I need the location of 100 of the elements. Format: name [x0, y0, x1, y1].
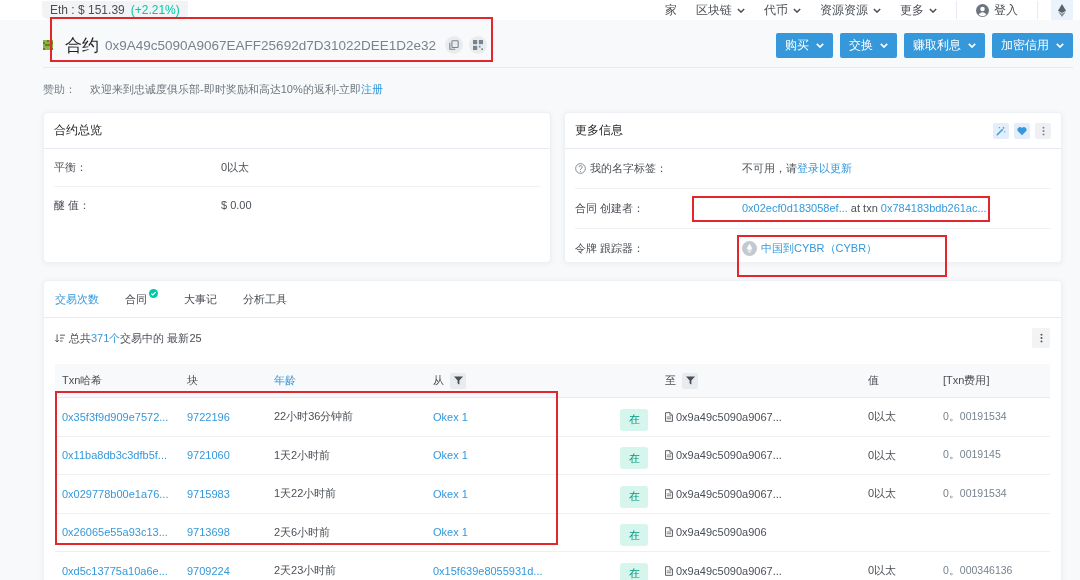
dropdown-button[interactable]: 购买	[776, 32, 833, 58]
count-link[interactable]: 371个	[91, 331, 121, 344]
field-label: 醚 值：	[54, 198, 92, 213]
filter-button[interactable]	[450, 372, 466, 389]
block-link[interactable]: 9721060	[187, 449, 230, 462]
tab[interactable]: 合同	[125, 291, 158, 307]
field-label: 平衡：	[54, 160, 88, 175]
heart-button[interactable]	[1014, 122, 1030, 139]
address-text: 0x9a49c5090a9067...	[676, 449, 782, 462]
txn-hash-link[interactable]: 0x784183bdb261ac...	[880, 202, 987, 214]
token-link[interactable]: 中国到CYBR（CYBR）	[761, 240, 878, 257]
creator-info: 0x02ecf0d183058ef... at txn 0x784183bdb261ac...	[742, 201, 987, 216]
more-button[interactable]	[1035, 122, 1051, 139]
field-value: $ 0.00	[221, 198, 253, 213]
nav-link[interactable]: 资源资源	[820, 1, 881, 19]
direction-badge: 在	[620, 408, 648, 431]
txn-hash-link[interactable]: 0x35f3f9d909e7572...	[62, 410, 169, 423]
creator-address-link[interactable]: 0x02ecf0d183058ef...	[742, 202, 848, 214]
more-vertical-icon	[1039, 333, 1043, 343]
card-title: 合约总览	[54, 123, 102, 138]
filter-button[interactable]	[682, 372, 698, 389]
address-link[interactable]: 0x15f639e8055931d...	[433, 564, 543, 577]
age-text: 2天23小时前	[274, 563, 337, 579]
price-change: (+2.21%)	[130, 3, 180, 17]
direction-badge: 在	[620, 524, 648, 547]
address-text: 0x9a49c5090a9067...	[676, 487, 782, 500]
nav-link[interactable]: 家	[665, 1, 677, 19]
card-title: 更多信息	[575, 123, 623, 138]
tab[interactable]: 交易次数	[55, 291, 99, 307]
copy-icon	[449, 40, 459, 50]
column-header: [Txn费用]	[943, 373, 990, 388]
age-text: 22小时36分钟前	[274, 409, 354, 425]
user-icon	[976, 3, 989, 17]
column-header: 至	[665, 373, 676, 388]
column-header: 从	[433, 373, 444, 388]
tab[interactable]: 分析工具	[243, 291, 287, 307]
address-link[interactable]: Okex 1	[433, 526, 468, 539]
help-icon	[575, 163, 586, 174]
login-link[interactable]: 登入	[976, 1, 1018, 19]
field-label: 合同 创建者：	[575, 201, 645, 216]
identicon-icon	[43, 40, 53, 50]
chevron-down-icon	[816, 42, 824, 48]
qr-code-icon	[473, 40, 483, 50]
value-text: 0以太	[868, 447, 897, 463]
address-link[interactable]: Okex 1	[433, 487, 468, 500]
dropdown-button[interactable]: 加密信用	[992, 32, 1073, 58]
column-header: Txn哈希	[62, 373, 103, 388]
field-value: 0以太	[221, 160, 251, 175]
field-label: 令牌 跟踪器：	[575, 241, 645, 256]
tab[interactable]: 大事记	[184, 291, 217, 307]
fee-text: 0。00191534	[943, 486, 1007, 501]
page-title: 合约	[65, 34, 99, 57]
block-link[interactable]: 9709224	[187, 564, 230, 577]
address-link[interactable]: Okex 1	[433, 449, 468, 462]
login-link[interactable]: 登录以更新	[797, 162, 852, 174]
age-text: 1天22小时前	[274, 486, 337, 502]
nav-link[interactable]: 代币	[764, 1, 801, 19]
address-link[interactable]: Okex 1	[433, 410, 468, 423]
direction-badge: 在	[620, 485, 648, 508]
document-icon	[665, 565, 673, 576]
field-value: 不可用，请登录以更新	[742, 161, 852, 176]
wand-button[interactable]	[993, 122, 1009, 139]
chevron-down-icon	[968, 42, 976, 48]
more-vertical-icon	[1041, 125, 1045, 136]
dropdown-button[interactable]: 赚取利息	[904, 32, 985, 58]
nav-link[interactable]: 区块链	[696, 1, 745, 19]
address-text: 0x9a49c5090a9067...	[676, 564, 782, 577]
nav-link[interactable]: 更多	[900, 1, 937, 19]
txn-hash-link[interactable]: 0xd5c13775a10a6e...	[62, 564, 168, 577]
transaction-summary: 总共371个交易中的 最新25	[69, 330, 202, 346]
value-text: 0以太	[868, 563, 897, 579]
direction-badge: 在	[620, 562, 648, 580]
txn-hash-link[interactable]: 0x029778b00e1a76...	[62, 487, 169, 500]
dropdown-button[interactable]: 交换	[840, 32, 897, 58]
txn-hash-link[interactable]: 0x11ba8db3c3dfb5f...	[62, 449, 167, 462]
chevron-down-icon	[880, 42, 888, 48]
sort-icon	[55, 333, 65, 343]
qr-code-button[interactable]	[469, 36, 487, 54]
value-text: 0以太	[868, 409, 897, 425]
column-header[interactable]: 年龄	[274, 373, 296, 388]
more-button[interactable]	[1032, 328, 1050, 348]
ethereum-icon	[1058, 3, 1066, 17]
eth-price: Eth : $ 151.39	[50, 3, 125, 17]
age-text: 1天2小时前	[274, 447, 331, 463]
document-icon	[665, 450, 673, 461]
contract-address: 0x9A49c5090A9067EAFF25692d7D31022DEE1D2e32	[105, 37, 436, 53]
network-button[interactable]	[1051, 0, 1073, 20]
block-link[interactable]: 9715983	[187, 487, 230, 500]
document-icon	[665, 527, 673, 538]
filter-icon	[685, 376, 695, 385]
magic-wand-icon	[996, 125, 1006, 136]
block-link[interactable]: 9713698	[187, 526, 230, 539]
fee-text: 0。000346136	[943, 563, 1013, 578]
register-link[interactable]: 注册	[361, 83, 384, 95]
direction-badge: 在	[620, 447, 648, 470]
copy-button[interactable]	[445, 36, 463, 54]
sponsor-label: 赞助：	[43, 82, 76, 97]
column-header: 值	[868, 373, 879, 388]
block-link[interactable]: 9722196	[187, 410, 230, 423]
txn-hash-link[interactable]: 0x26065e55a93c13...	[62, 526, 168, 539]
